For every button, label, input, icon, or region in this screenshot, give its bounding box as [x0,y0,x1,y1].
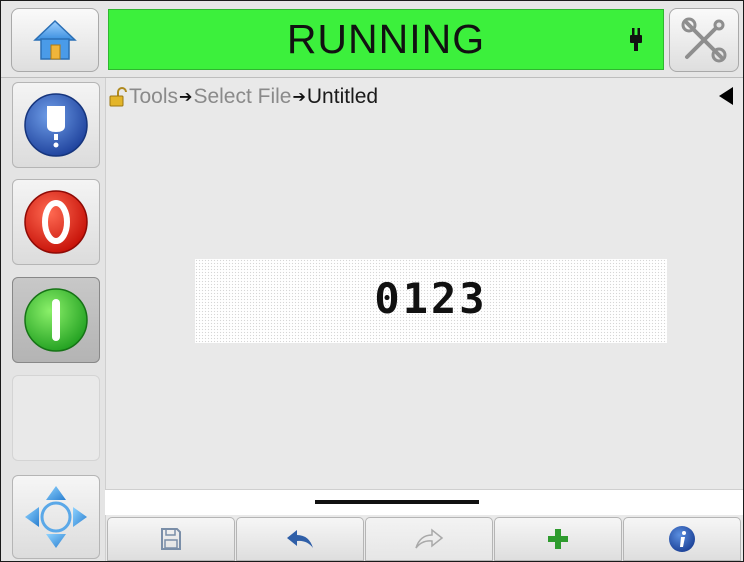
breadcrumb-item-tools[interactable]: Tools [129,85,178,109]
sidebar-empty-slot [12,375,100,461]
unlocked-padlock-icon [109,87,127,107]
tools-icon [681,17,727,63]
ink-system-button[interactable] [12,82,100,168]
status-text: RUNNING [286,16,486,62]
tools-button[interactable] [669,8,739,72]
stop-icon [24,190,88,254]
save-icon [161,528,181,550]
preview-text: 0123 [374,274,488,323]
start-icon [24,288,88,352]
info-button[interactable] [623,517,741,561]
home-icon [33,19,77,60]
breadcrumb-arrow-icon: ➔ [292,89,306,106]
collapse-arrow-icon[interactable] [719,87,733,105]
info-icon [669,526,695,552]
editor-line-strip[interactable] [105,489,743,515]
breadcrumb-item-select-file[interactable]: Select File [193,85,291,109]
top-bar: RUNNING [1,1,743,78]
add-icon [548,529,568,549]
home-button[interactable] [11,8,99,72]
redo-icon [415,528,444,549]
cursor-bar [315,500,479,504]
app-window: RUNNING Tools ➔ Select File ➔ Untitled 0… [0,0,744,562]
save-button[interactable] [107,517,235,561]
breadcrumb-arrow-icon: ➔ [179,89,193,106]
stop-button[interactable] [12,179,100,265]
undo-button[interactable] [236,517,364,561]
printer-status-banner[interactable]: RUNNING [108,9,664,70]
ink-bottle-icon [24,93,88,157]
breadcrumb-current-file: Untitled [306,85,379,108]
start-button[interactable] [12,277,100,363]
navigation-arrows-icon [25,486,87,548]
navigation-button[interactable] [12,475,100,559]
add-button[interactable] [494,517,622,561]
breadcrumb: Tools ➔ Select File ➔ Untitled [109,81,739,113]
undo-icon [287,530,313,548]
bottom-toolbar [105,517,743,561]
plug-icon [630,28,642,51]
message-preview[interactable]: 0123 [195,259,667,343]
redo-button[interactable] [365,517,493,561]
